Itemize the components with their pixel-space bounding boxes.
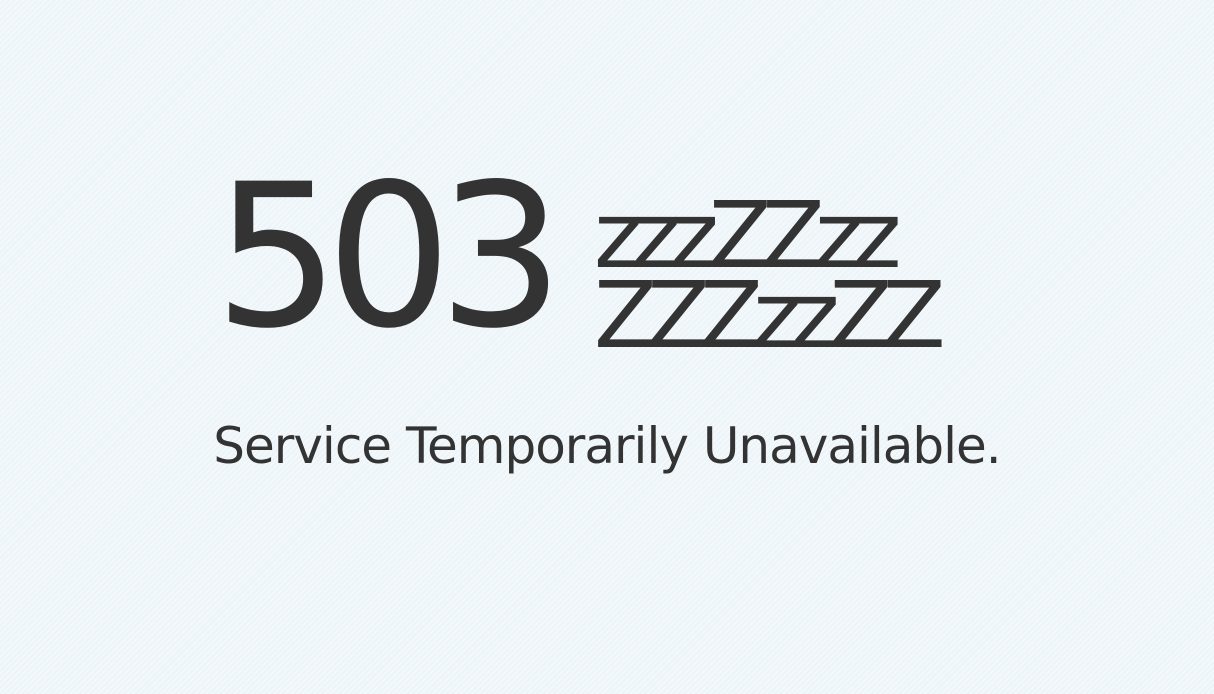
error-message: Service Temporarily Unavailable. (213, 417, 1001, 475)
error-code: 503 (214, 141, 564, 372)
sleep-text-line-2: ZZZzzZZ (594, 262, 946, 369)
error-page: 503 zzzZZzz ZZZzzZZ Service Temporarily … (0, 0, 1214, 694)
